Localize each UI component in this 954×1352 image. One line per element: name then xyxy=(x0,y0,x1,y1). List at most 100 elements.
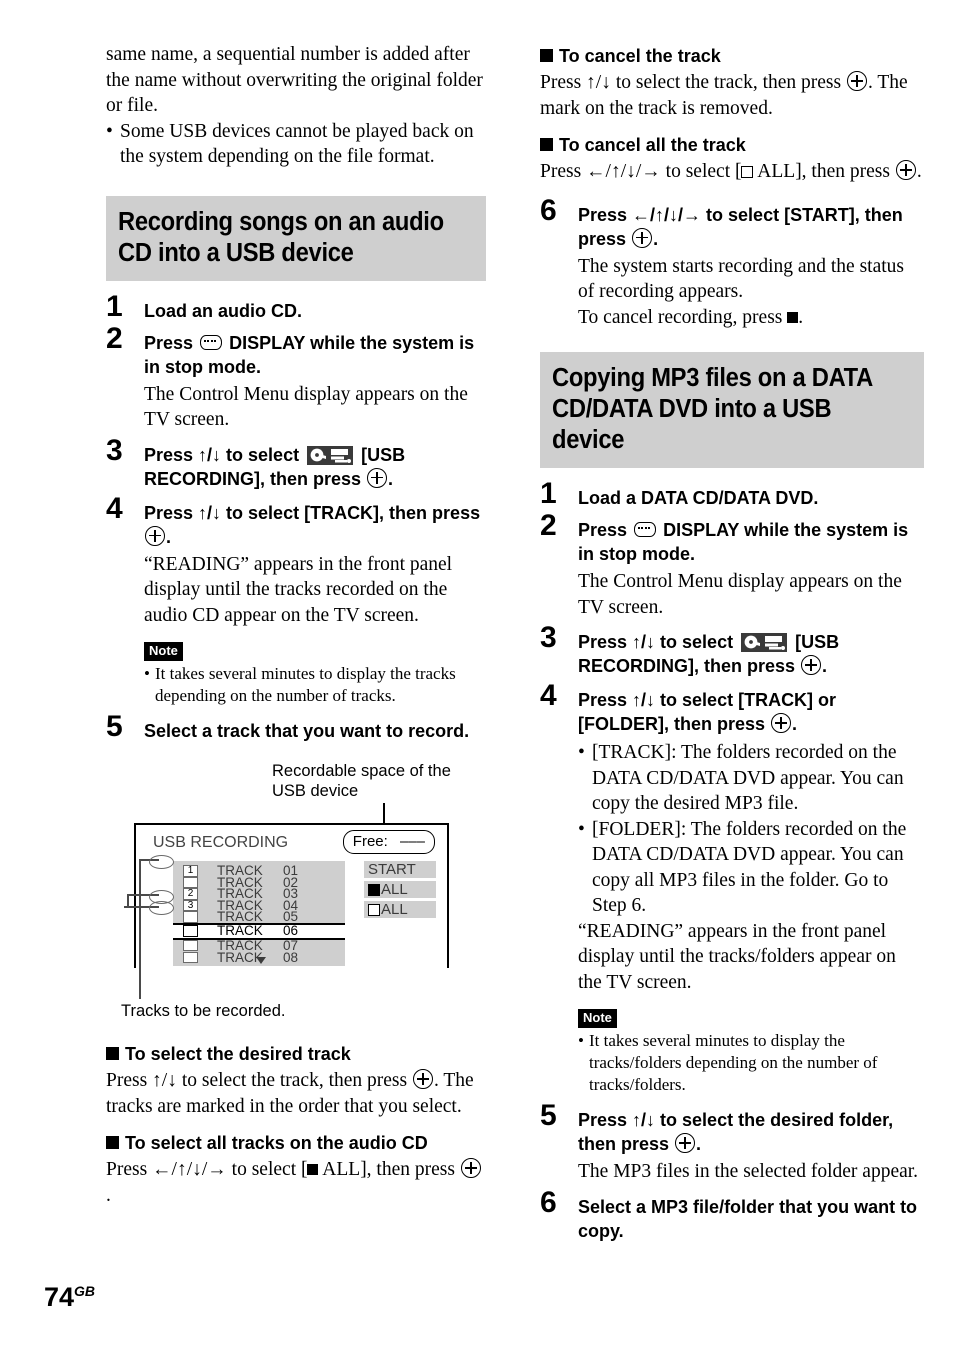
subsection-body-text-1: Press ↑/↓ to select the track, then pres… xyxy=(540,72,842,93)
left-column: same name, a sequential number is added … xyxy=(106,42,486,1208)
caption-leader-line xyxy=(383,803,385,823)
step-heading-text: Press xyxy=(144,332,194,353)
copy-step-4: 4 Press ↑/↓ to select [TRACK] or [FOLDER… xyxy=(540,681,924,995)
subsection-body: Press ←/↑/↓/→ to select [ ALL], then pre… xyxy=(540,159,924,185)
free-label: Free: xyxy=(352,833,388,850)
list-item: [TRACK]: The folders recorded on the DAT… xyxy=(578,740,924,817)
track-number: 05 xyxy=(283,909,299,925)
track-checkbox[interactable] xyxy=(183,911,198,923)
step-heading-text: Press ↑/↓ to select the desired folder, … xyxy=(578,1110,894,1154)
note-label: Note xyxy=(144,642,183,661)
subsection-cancel-all-tracks: To cancel all the track Press ←/↑/↓/→ to… xyxy=(540,133,924,185)
scroll-down-arrow-icon[interactable] xyxy=(256,957,266,964)
step-heading-text-2: . xyxy=(792,714,798,734)
list-item: Some USB devices cannot be played back o… xyxy=(106,119,486,170)
intro-bullet-list: Some USB devices cannot be played back o… xyxy=(106,119,486,170)
subsection-body: Press ←/↑/↓/→ to select [ ALL], then pre… xyxy=(106,1157,486,1208)
enter-button-icon xyxy=(846,71,867,91)
subsection-title: To select the desired track xyxy=(106,1042,486,1066)
cancel-recording-suffix: . xyxy=(798,306,804,328)
enter-button-icon xyxy=(145,525,165,546)
step-heading: Press DISPLAY while the system is in sto… xyxy=(144,331,486,379)
copy-step-2: 2 Press DISPLAY while the system is in s… xyxy=(540,511,924,620)
table-row-selected[interactable]: TRACK 06 xyxy=(173,922,345,940)
subsection-body-text-3: . xyxy=(106,1184,111,1206)
step-number: 1 xyxy=(106,289,123,323)
enter-button-icon xyxy=(412,1069,433,1089)
step-number: 6 xyxy=(540,1185,557,1219)
step-number: 3 xyxy=(540,621,557,654)
bracket-stub-2 xyxy=(127,894,129,906)
step-heading-text: Load an audio CD. xyxy=(144,300,303,321)
track-checkbox[interactable] xyxy=(183,925,198,937)
copy-step-3: 3 Press ↑/↓ to select [USB RECORDING], t… xyxy=(540,623,924,678)
subsection-body: Press ↑/↓ to select the track, then pres… xyxy=(540,70,924,121)
track-checkbox[interactable]: 1 xyxy=(183,865,198,877)
step-description: The MP3 files in the selected folder app… xyxy=(578,1161,919,1182)
subsection-title: To cancel the track xyxy=(540,44,924,68)
intro-paragraph: same name, a sequential number is added … xyxy=(106,44,483,116)
cancel-all-label: ALL xyxy=(381,901,408,918)
track-checkbox[interactable] xyxy=(183,876,198,889)
step-number: 2 xyxy=(540,509,557,542)
filled-square-icon xyxy=(307,1164,319,1175)
enter-button-icon xyxy=(632,227,653,248)
cancel-all-button[interactable]: ALL xyxy=(364,901,436,918)
screen-title: USB RECORDING xyxy=(153,834,289,851)
bracket-vertical-line xyxy=(139,859,141,999)
step-6-recording: 6 Press ←/↑/↓/→ to select [START], then … xyxy=(540,195,924,331)
subsection-body-text-1: Press ←/↑/↓/→ to select [ xyxy=(540,161,742,182)
subsection-body-text-1: Press ↑/↓ to select the track, then pres… xyxy=(106,1070,408,1091)
step-5: 5 Select a track that you want to record… xyxy=(106,712,486,743)
right-column: To cancel the track Press ↑/↓ to select … xyxy=(540,44,924,1243)
subsection-title-text: To cancel the track xyxy=(559,46,721,66)
step-description: The Control Menu display appears on the … xyxy=(578,571,902,618)
track-checkbox[interactable]: 2 xyxy=(183,888,198,900)
list-item: It takes several minutes to display the … xyxy=(144,663,486,707)
step-heading-text: Press ↑/↓ to select [TRACK] or [FOLDER],… xyxy=(578,690,837,734)
subsection-title: To cancel all the track xyxy=(540,133,924,157)
select-all-label: ALL xyxy=(381,881,408,898)
track-checkbox[interactable] xyxy=(183,951,198,964)
step-heading: Press ↑/↓ to select [TRACK], then press … xyxy=(144,501,486,549)
step-heading-text: Select a track that you want to record. xyxy=(144,721,470,741)
subsection-title-text: To cancel all the track xyxy=(559,135,746,155)
step-4: 4 Press ↑/↓ to select [TRACK], then pres… xyxy=(106,493,486,629)
step-description-1: The system starts recording and the stat… xyxy=(578,255,905,303)
subsection-body-text-2: ALL], then press xyxy=(753,161,890,182)
step-3: 3 Press ↑/↓ to select [USB RECORDING], t… xyxy=(106,435,486,491)
track-checkbox[interactable] xyxy=(183,939,198,952)
diagram-caption-bottom: Tracks to be recorded. xyxy=(121,1002,286,1020)
display-icon xyxy=(200,334,223,350)
start-button[interactable]: START xyxy=(364,861,436,878)
list-item: [FOLDER]: The folders recorded on the DA… xyxy=(578,817,924,919)
tv-screen-frame: USB RECORDING Free: ––– 1 TRACK 01 TRACK xyxy=(134,823,449,968)
track-checkbox[interactable]: 3 xyxy=(183,899,198,912)
bullet-square-icon xyxy=(106,1047,119,1060)
subsection-body-text-3: . xyxy=(916,161,922,182)
step-heading-text-2: . xyxy=(653,228,659,249)
subsection-title-text: To select the desired track xyxy=(125,1044,351,1064)
note-block: Note It takes several minutes to display… xyxy=(540,1009,924,1096)
track-number: 08 xyxy=(283,949,299,965)
table-row[interactable]: TRACK 05 xyxy=(173,909,345,925)
step-description: “READING” appears in the front panel dis… xyxy=(578,920,896,993)
step-number: 6 xyxy=(540,193,557,227)
step-number: 1 xyxy=(540,477,557,510)
free-space-indicator: Free: ––– xyxy=(342,830,435,854)
subsection-cancel-track: To cancel the track Press ↑/↓ to select … xyxy=(540,44,924,121)
step-heading: Press ↑/↓ to select [TRACK] or [FOLDER],… xyxy=(578,688,924,736)
subsection-body-text-1: Press ←/↑/↓/→ to select [ xyxy=(106,1159,308,1180)
copy-step-1: 1 Load a DATA CD/DATA DVD. xyxy=(540,479,924,510)
usb-recording-icon xyxy=(307,445,354,465)
step-heading: Select a track that you want to record. xyxy=(144,719,486,743)
stop-button-icon xyxy=(787,311,799,323)
enter-button-icon xyxy=(801,655,822,675)
step-heading-text-2: DISPLAY while the system is in stop mode… xyxy=(578,520,909,564)
step-number: 3 xyxy=(106,433,123,467)
step-number: 4 xyxy=(540,679,557,712)
step-number: 5 xyxy=(540,1099,557,1132)
free-value: ––– xyxy=(399,833,425,850)
select-all-button[interactable]: ALL xyxy=(364,881,436,898)
note-list: It takes several minutes to display the … xyxy=(144,663,486,707)
